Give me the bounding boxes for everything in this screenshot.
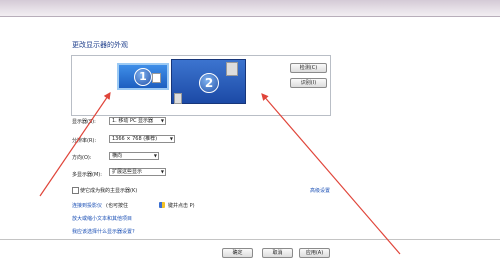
annotation-arrows xyxy=(39,92,401,255)
annotation-arrow-2 xyxy=(261,93,401,255)
annotation-arrow-1 xyxy=(39,92,111,197)
